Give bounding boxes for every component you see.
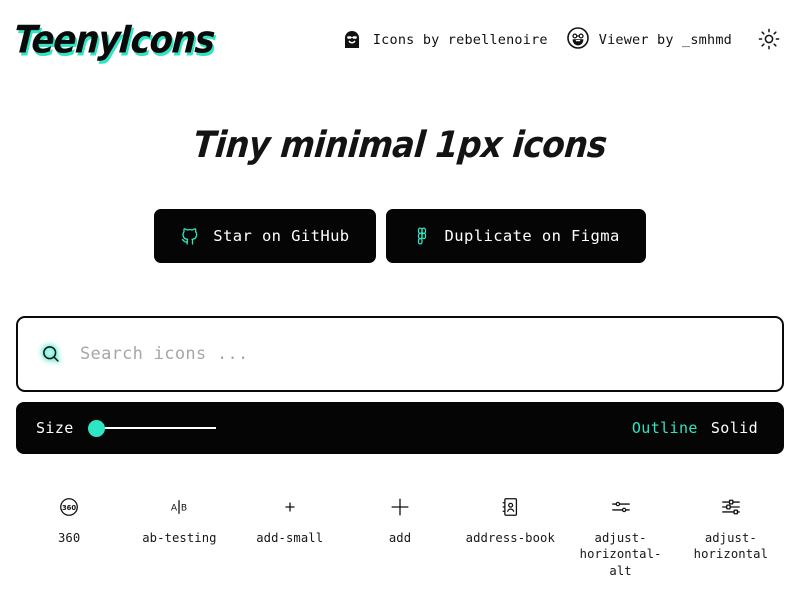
icon-label: adjust-horizontal bbox=[693, 531, 769, 562]
size-slider-thumb[interactable] bbox=[87, 419, 105, 437]
svg-text:A: A bbox=[171, 503, 178, 514]
icon-address-book-icon bbox=[499, 494, 521, 520]
icon-adjust-horizontal-alt-icon bbox=[610, 494, 632, 520]
icon-adjust-horizontal-icon bbox=[720, 494, 742, 520]
icon-cell[interactable]: address-book bbox=[455, 494, 565, 579]
icon-cell[interactable]: add bbox=[345, 494, 455, 579]
icon-ab-testing-icon: A B bbox=[168, 494, 190, 520]
page-title: Tiny minimal 1px icons bbox=[191, 123, 609, 166]
search-box[interactable] bbox=[16, 316, 784, 392]
duplicate-on-figma-button[interactable]: Duplicate on Figma bbox=[385, 209, 646, 263]
icon-cell[interactable]: add-small bbox=[235, 494, 345, 579]
avatar-rebellenoire-icon bbox=[340, 26, 364, 54]
svg-text:B: B bbox=[181, 503, 187, 514]
site-header: TeenyIcons Icons by rebellenoire Viewer … bbox=[0, 0, 800, 80]
icon-cell[interactable]: adjust-horizontal bbox=[676, 494, 786, 579]
icon-cell[interactable]: 360 360 bbox=[14, 494, 124, 579]
svg-text:360: 360 bbox=[62, 504, 76, 512]
size-slider[interactable] bbox=[87, 419, 216, 437]
icon-label: adjust-horizontal-alt bbox=[579, 531, 662, 578]
style-option-outline[interactable]: Outline bbox=[632, 419, 698, 437]
search-input[interactable] bbox=[80, 344, 764, 364]
site-logo[interactable]: TeenyIcons bbox=[12, 18, 215, 63]
search-section bbox=[16, 316, 784, 392]
icon-add-small-icon bbox=[279, 494, 301, 520]
icon-label: add-small bbox=[256, 531, 324, 545]
header-links: Icons by rebellenoire Viewer by _smhmd bbox=[340, 25, 784, 55]
hero-section: Tiny minimal 1px icons Star on GitHub Du… bbox=[0, 123, 800, 263]
cta-button-row: Star on GitHub Duplicate on Figma bbox=[0, 209, 800, 263]
credit-link-viewer-author[interactable]: Viewer by _smhmd bbox=[566, 26, 732, 54]
style-option-solid[interactable]: Solid bbox=[711, 419, 758, 437]
icon-label: ab-testing bbox=[142, 531, 217, 545]
figma-icon bbox=[412, 226, 432, 246]
star-on-github-button[interactable]: Star on GitHub bbox=[154, 209, 376, 263]
icon-label: add bbox=[388, 531, 412, 545]
credit-label: Viewer by _smhmd bbox=[598, 32, 732, 48]
search-icon bbox=[36, 339, 66, 369]
credit-label: Icons by rebellenoire bbox=[372, 32, 548, 48]
icon-grid: 360 360 A B ab-testing add-small add add… bbox=[14, 494, 786, 579]
cta-label: Duplicate on Figma bbox=[444, 227, 620, 245]
credit-link-icons-author[interactable]: Icons by rebellenoire bbox=[340, 26, 548, 54]
icon-label: 360 bbox=[57, 531, 81, 545]
style-toggle-group: Outline Solid bbox=[632, 419, 758, 437]
icon-label: address-book bbox=[465, 531, 555, 545]
github-icon bbox=[180, 226, 200, 246]
controls-bar: Size Outline Solid bbox=[16, 402, 784, 454]
cta-label: Star on GitHub bbox=[213, 227, 350, 245]
icon-360-icon: 360 bbox=[58, 494, 80, 520]
icon-cell[interactable]: adjust-horizontal-alt bbox=[565, 494, 675, 579]
size-control-group: Size bbox=[36, 419, 216, 437]
icon-add-icon bbox=[389, 494, 411, 520]
size-slider-track bbox=[94, 427, 216, 429]
avatar-smhmd-icon bbox=[566, 26, 590, 54]
sun-icon bbox=[757, 27, 781, 54]
theme-toggle-button[interactable] bbox=[754, 25, 784, 55]
size-label: Size bbox=[36, 419, 74, 437]
icon-cell[interactable]: A B ab-testing bbox=[124, 494, 234, 579]
